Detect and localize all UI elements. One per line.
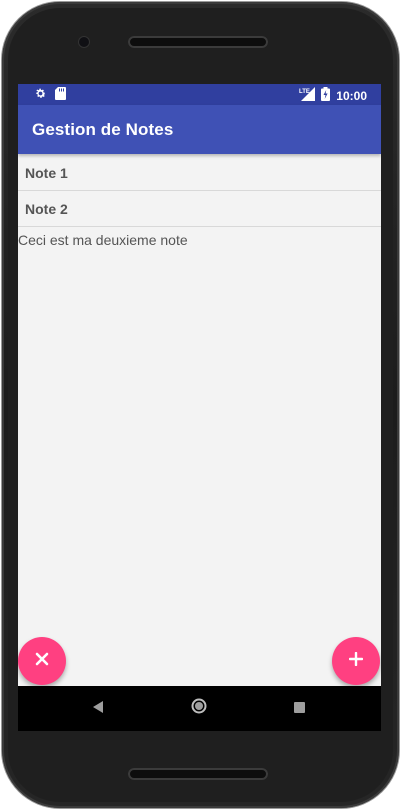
app-bar: Gestion de Notes <box>18 105 381 154</box>
list-item-note-2[interactable]: Note 2 <box>18 191 381 227</box>
status-bar: LTE 10:00 <box>18 84 381 105</box>
battery-charging-icon <box>321 87 331 106</box>
close-icon <box>35 652 49 671</box>
list-item-note-1[interactable]: Note 1 <box>18 155 381 191</box>
status-time: 10:00 <box>336 89 367 103</box>
note-content-text: Ceci est ma deuxieme note <box>18 232 188 248</box>
note-title: Note 2 <box>25 201 68 217</box>
plus-icon <box>348 651 364 671</box>
recents-button[interactable] <box>279 686 319 731</box>
app-screen: LTE 10:00 Gestion de Notes Note 1 Note 2… <box>18 84 381 731</box>
system-nav-bar <box>18 686 381 731</box>
back-button[interactable] <box>78 686 118 731</box>
sd-card-icon <box>55 87 66 105</box>
note-title: Note 1 <box>25 165 68 181</box>
recents-icon <box>293 700 305 718</box>
delete-note-button[interactable] <box>18 637 66 685</box>
front-camera <box>79 37 89 47</box>
home-icon <box>191 698 207 719</box>
earpiece-speaker <box>128 36 268 48</box>
notes-list: Note 1 Note 2 <box>18 155 381 227</box>
home-button[interactable] <box>179 686 219 731</box>
back-icon <box>93 700 103 718</box>
add-note-button[interactable] <box>332 637 380 685</box>
bottom-speaker <box>128 768 268 780</box>
lte-signal-icon: LTE <box>299 87 316 106</box>
app-title: Gestion de Notes <box>32 120 174 139</box>
settings-icon <box>34 87 47 105</box>
network-label: LTE <box>299 89 310 95</box>
